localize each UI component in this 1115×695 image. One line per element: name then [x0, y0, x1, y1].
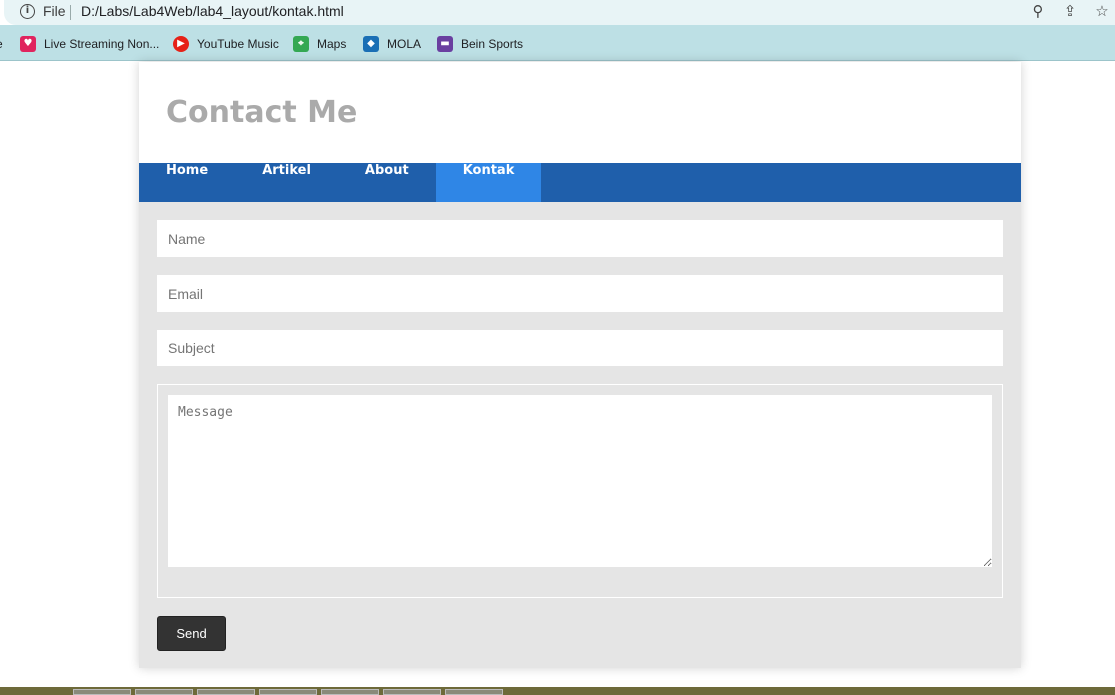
- bookmark-label: Bein Sports: [461, 37, 524, 51]
- address-actions: ⚲ ⇪ ☆: [1029, 2, 1115, 20]
- page-title: Contact Me: [166, 95, 358, 130]
- bein-icon: ▬: [437, 36, 453, 52]
- youtube-music-icon: ▶: [173, 36, 189, 52]
- omnibox[interactable]: i File D:/Labs/Lab4Web/lab4_layout/konta…: [4, 0, 1115, 25]
- name-input[interactable]: [157, 220, 1003, 257]
- divider: [70, 5, 71, 20]
- taskbar-item[interactable]: [259, 689, 317, 695]
- subject-input[interactable]: [157, 330, 1003, 366]
- file-label: File: [43, 3, 66, 19]
- bookmark-bein-sports[interactable]: ▬ Bein Sports: [437, 35, 523, 53]
- nav-home[interactable]: Home: [139, 163, 235, 202]
- taskbar-item[interactable]: [73, 689, 131, 695]
- bookmark-label: YouTube Music: [197, 37, 279, 51]
- mola-icon: ◆: [363, 36, 379, 52]
- nav-artikel[interactable]: Artikel: [235, 163, 338, 202]
- taskbar-item[interactable]: [445, 689, 503, 695]
- bookmark-youtube-music[interactable]: ▶ YouTube Music: [173, 35, 279, 53]
- main-nav: Home Artikel About Kontak: [139, 163, 1021, 202]
- bookmark-overflow[interactable]: e: [0, 35, 3, 53]
- bookmark-label: MOLA: [387, 37, 422, 51]
- star-icon[interactable]: ☆: [1093, 2, 1111, 20]
- taskbar-item[interactable]: [383, 689, 441, 695]
- info-icon[interactable]: i: [20, 4, 35, 19]
- bookmark-label: Maps: [317, 37, 347, 51]
- message-wrapper: [157, 384, 1003, 598]
- taskbar-item[interactable]: [321, 689, 379, 695]
- share-icon[interactable]: ⇪: [1061, 2, 1079, 20]
- bookmark-label: Live Streaming Non...: [44, 37, 160, 51]
- bookmark-mola[interactable]: ◆ MOLA: [363, 35, 421, 53]
- taskbar-item[interactable]: [197, 689, 255, 695]
- address-bar: i File D:/Labs/Lab4Web/lab4_layout/konta…: [0, 0, 1115, 25]
- heart-icon: ♥: [20, 36, 36, 52]
- email-input[interactable]: [157, 275, 1003, 312]
- taskbar-item[interactable]: [135, 689, 193, 695]
- bookmarks-bar: e ♥ Live Streaming Non... ▶ YouTube Musi…: [0, 25, 1115, 61]
- contact-form: Send: [139, 202, 1021, 668]
- page-container: Contact Me Home Artikel About Kontak Sen…: [139, 62, 1021, 668]
- maps-icon: ⌖: [293, 36, 309, 52]
- nav-kontak[interactable]: Kontak: [435, 163, 542, 202]
- url-text[interactable]: D:/Labs/Lab4Web/lab4_layout/kontak.html: [81, 3, 344, 19]
- message-textarea[interactable]: [168, 395, 992, 567]
- zoom-icon[interactable]: ⚲: [1029, 2, 1047, 20]
- page-header: Contact Me: [139, 62, 1021, 163]
- bookmark-maps[interactable]: ⌖ Maps: [293, 35, 346, 53]
- bookmark-live-streaming[interactable]: ♥ Live Streaming Non...: [20, 35, 159, 53]
- send-button[interactable]: Send: [157, 616, 226, 651]
- nav-about[interactable]: About: [338, 163, 436, 202]
